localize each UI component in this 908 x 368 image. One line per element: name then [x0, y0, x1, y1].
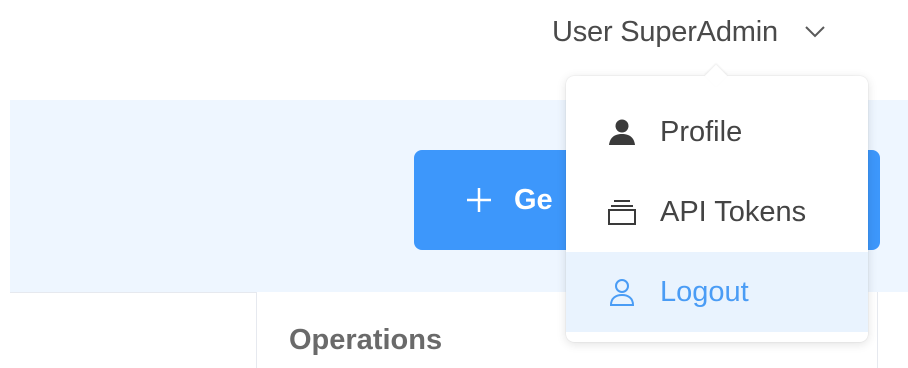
menu-item-label: API Tokens [660, 195, 807, 228]
page: User SuperAdmin Ge Operations Profile AP… [0, 0, 908, 368]
section-title: Operations [289, 324, 443, 356]
cards-stack-icon [608, 200, 636, 225]
user-dropdown-menu: Profile API Tokens Logout [566, 64, 868, 342]
user-outline-icon [609, 279, 635, 306]
user-name: User SuperAdmin [552, 15, 778, 48]
plus-icon [467, 188, 491, 212]
menu-item-label: Logout [660, 275, 749, 308]
user-filled-icon [609, 119, 635, 145]
divider [10, 292, 256, 293]
generate-button-label: Ge [514, 183, 553, 216]
menu-item-logout[interactable]: Logout [566, 252, 868, 332]
dropdown-arrow [704, 64, 728, 88]
chevron-down-icon [805, 26, 825, 38]
user-menu-trigger[interactable]: User SuperAdmin [552, 10, 826, 54]
menu-item-label: Profile [660, 115, 743, 148]
menu-item-api-tokens[interactable]: API Tokens [566, 172, 868, 252]
menu-item-profile[interactable]: Profile [566, 92, 868, 172]
